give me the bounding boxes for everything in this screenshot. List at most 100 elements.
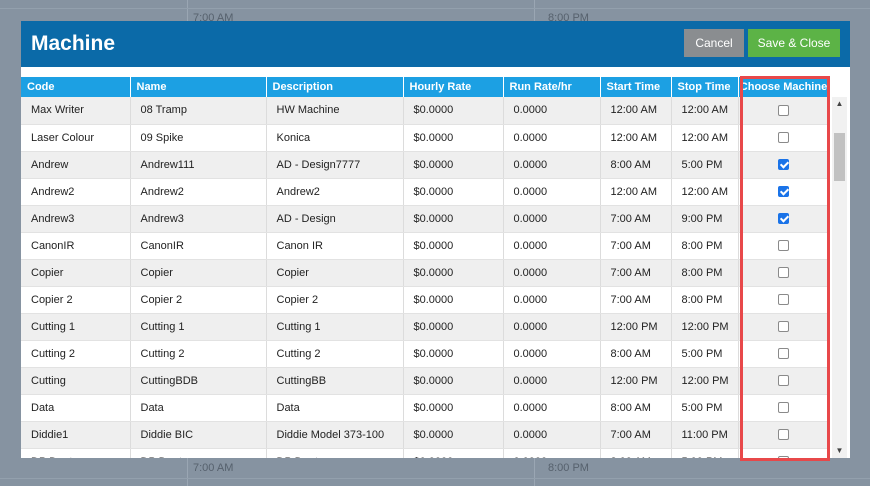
cell-code: Cutting	[21, 367, 131, 395]
cell-description: Cutting 2	[266, 340, 404, 368]
cell-run-rate: 0.0000	[503, 313, 601, 341]
cell-code: Copier 2	[21, 286, 131, 314]
cell-hourly-rate: $0.0000	[403, 124, 504, 152]
column-header-description[interactable]: Description	[266, 77, 404, 97]
table-row[interactable]: Copier 2 Copier 2 Copier 2 $0.0000 0.0000 7:0…	[21, 286, 830, 314]
cell-run-rate: 0.0000	[503, 340, 601, 368]
vertical-scrollbar[interactable]: ▲ ▼	[832, 97, 847, 458]
cell-run-rate: 0.0000	[503, 259, 601, 287]
column-header-code[interactable]: Code	[21, 77, 131, 97]
cell-start-time: 7:00 AM	[600, 232, 672, 260]
choose-machine-checkbox[interactable]	[778, 267, 789, 279]
cell-name: Andrew3	[130, 205, 267, 233]
column-header-stop-time[interactable]: Stop Time	[671, 77, 739, 97]
save-close-button[interactable]: Save & Close	[748, 29, 840, 57]
choose-machine-checkbox[interactable]	[778, 348, 789, 360]
cell-stop-time: 12:00 PM	[671, 313, 739, 341]
table-row[interactable]: Andrew3 Andrew3 AD - Design $0.0000 0.0000 7:…	[21, 205, 830, 233]
choose-machine-checkbox[interactable]	[778, 159, 789, 171]
cell-start-time: 12:00 PM	[600, 313, 672, 341]
cell-hourly-rate: $0.0000	[403, 286, 504, 314]
cell-stop-time: 12:00 AM	[671, 97, 739, 125]
column-header-hourly-rate[interactable]: Hourly Rate	[403, 77, 504, 97]
table-row[interactable]: Max Writer 08 Tramp HW Machine $0.0000 0.000…	[21, 97, 830, 125]
cell-run-rate: 0.0000	[503, 232, 601, 260]
cell-run-rate: 0.0000	[503, 286, 601, 314]
table-row[interactable]: Cutting 1 Cutting 1 Cutting 1 $0.0000 0.0000…	[21, 313, 830, 341]
table-row[interactable]: Copier Copier Copier $0.0000 0.0000 7:00 AM 8:…	[21, 259, 830, 287]
scroll-down-arrow-icon[interactable]: ▼	[832, 444, 847, 458]
cell-stop-time: 12:00 AM	[671, 124, 739, 152]
cell-choose-machine	[738, 286, 830, 314]
cell-code: Laser Colour	[21, 124, 131, 152]
cell-description: Andrew2	[266, 178, 404, 206]
table-row[interactable]: Andrew Andrew111 AD - Design7777 $0.0000 0.0…	[21, 151, 830, 179]
table-row[interactable]: Cutting 2 Cutting 2 Cutting 2 $0.0000 0.0000…	[21, 340, 830, 368]
cell-choose-machine	[738, 232, 830, 260]
cell-hourly-rate: $0.0000	[403, 367, 504, 395]
cell-run-rate: 0.0000	[503, 448, 601, 458]
cell-name: Andrew2	[130, 178, 267, 206]
table-row[interactable]: CanonIR CanonIR Canon IR $0.0000 0.0000 7:00 …	[21, 232, 830, 260]
choose-machine-checkbox[interactable]	[778, 240, 789, 252]
cell-stop-time: 8:00 PM	[671, 286, 739, 314]
cell-name: DP Dept	[130, 448, 267, 458]
cell-code: Copier	[21, 259, 131, 287]
cell-hourly-rate: $0.0000	[403, 421, 504, 449]
cell-run-rate: 0.0000	[503, 151, 601, 179]
table-row[interactable]: DP DeptDP DeptDP Dept$0.00000.00008:00 A…	[21, 448, 830, 458]
cell-hourly-rate: $0.0000	[403, 313, 504, 341]
machine-grid: Code Name Description Hourly Rate Run Ra…	[21, 77, 850, 458]
cancel-button[interactable]: Cancel	[684, 29, 744, 57]
cell-start-time: 8:00 AM	[600, 151, 672, 179]
choose-machine-checkbox[interactable]	[778, 321, 789, 333]
cell-stop-time: 5:00 PM	[671, 151, 739, 179]
choose-machine-checkbox[interactable]	[778, 213, 789, 225]
cell-description: AD - Design	[266, 205, 404, 233]
table-row[interactable]: Cutting CuttingBDB CuttingBB $0.0000 0.0000 1…	[21, 367, 830, 395]
cell-name: Cutting 1	[130, 313, 267, 341]
cell-run-rate: 0.0000	[503, 394, 601, 422]
cell-choose-machine	[738, 178, 830, 206]
table-row[interactable]: Andrew2 Andrew2 Andrew2 $0.0000 0.0000 12:00 …	[21, 178, 830, 206]
cell-stop-time: 8:00 PM	[671, 232, 739, 260]
cell-hourly-rate: $0.0000	[403, 394, 504, 422]
cell-start-time: 7:00 AM	[600, 205, 672, 233]
cell-stop-time: 5:00 PM	[671, 340, 739, 368]
column-header-choose-machine[interactable]: Choose Machine	[738, 77, 830, 97]
cell-stop-time: 5:00 PM	[671, 448, 739, 458]
cell-choose-machine	[738, 340, 830, 368]
choose-machine-checkbox[interactable]	[778, 456, 789, 458]
scroll-up-arrow-icon[interactable]: ▲	[832, 97, 847, 111]
cell-code: Cutting 2	[21, 340, 131, 368]
cell-code: DP Dept	[21, 448, 131, 458]
table-row[interactable]: Data Data Data $0.0000 0.0000 8:00 AM 5:00 PM	[21, 394, 830, 422]
column-header-name[interactable]: Name	[130, 77, 267, 97]
cell-choose-machine	[738, 367, 830, 395]
cell-name: CanonIR	[130, 232, 267, 260]
cell-run-rate: 0.0000	[503, 421, 601, 449]
cell-hourly-rate: $0.0000	[403, 259, 504, 287]
table-row[interactable]: Diddie1 Diddie BIC Diddie Model 373-100 $0.…	[21, 421, 830, 449]
cell-description: Data	[266, 394, 404, 422]
cell-hourly-rate: $0.0000	[403, 232, 504, 260]
cell-code: Data	[21, 394, 131, 422]
column-header-run-rate[interactable]: Run Rate/hr	[503, 77, 601, 97]
choose-machine-checkbox[interactable]	[778, 294, 789, 306]
column-header-start-time[interactable]: Start Time	[600, 77, 672, 97]
cell-start-time: 12:00 AM	[600, 178, 672, 206]
dialog-header: Machine Cancel Save & Close	[21, 21, 850, 67]
choose-machine-checkbox[interactable]	[778, 375, 789, 387]
cell-choose-machine	[738, 97, 830, 125]
choose-machine-checkbox[interactable]	[778, 429, 789, 441]
cell-start-time: 12:00 AM	[600, 124, 672, 152]
cell-start-time: 8:00 AM	[600, 394, 672, 422]
cell-stop-time: 9:00 PM	[671, 205, 739, 233]
table-row[interactable]: Laser Colour 09 Spike Konica $0.0000 0.0000 1…	[21, 124, 830, 152]
choose-machine-checkbox[interactable]	[778, 186, 789, 198]
cell-description: Canon IR	[266, 232, 404, 260]
choose-machine-checkbox[interactable]	[778, 402, 789, 414]
choose-machine-checkbox[interactable]	[778, 104, 789, 116]
scroll-thumb[interactable]	[834, 133, 845, 181]
choose-machine-checkbox[interactable]	[778, 132, 789, 144]
